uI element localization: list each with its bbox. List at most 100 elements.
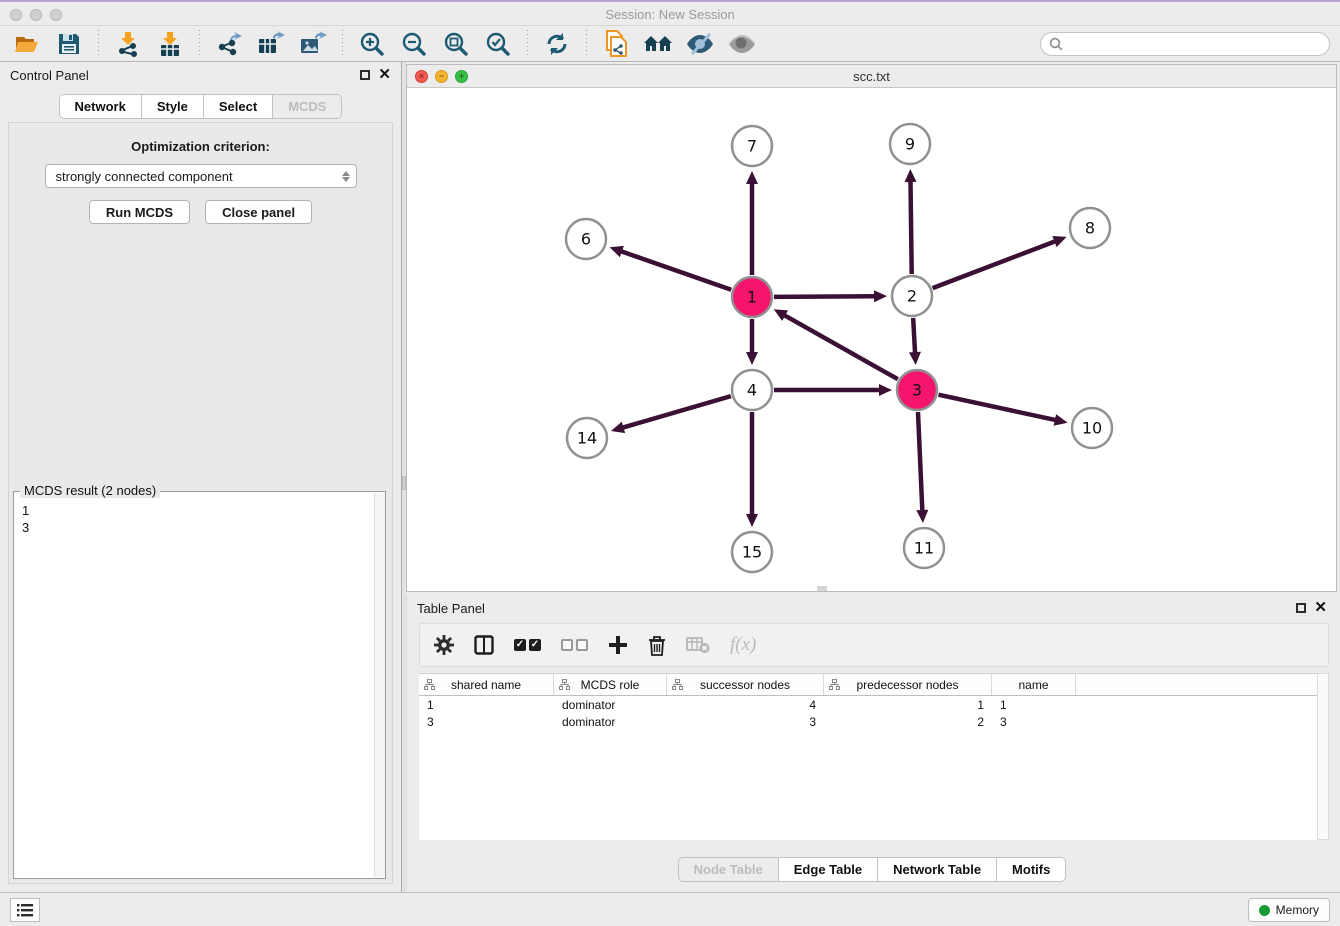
graph-edge-2-9[interactable] [910, 180, 911, 274]
table-scrollbar[interactable] [1317, 673, 1329, 840]
control-panel-title: Control Panel [10, 68, 89, 83]
column-header-shared-name[interactable]: shared name [419, 674, 554, 695]
graph-edge-3-10[interactable] [938, 395, 1056, 421]
cell-name[interactable]: 1 [992, 696, 1076, 713]
add-column-icon[interactable] [608, 630, 628, 660]
column-header-successor-nodes[interactable]: successor nodes [667, 674, 824, 695]
float-table-panel-icon[interactable] [1296, 603, 1306, 613]
node-label: 15 [742, 543, 762, 562]
import-table-icon[interactable] [153, 29, 187, 59]
node-label: 2 [907, 287, 917, 306]
optimization-criterion-label: Optimization criterion: [9, 139, 392, 154]
graph-edge-2-3[interactable] [913, 318, 915, 354]
close-table-panel-icon[interactable]: ✕ [1314, 602, 1327, 614]
refresh-icon[interactable] [540, 29, 574, 59]
reset-layout-icon[interactable] [641, 29, 675, 59]
export-table-icon[interactable] [254, 29, 288, 59]
edge-arrowhead [905, 169, 917, 182]
column-header-mcds-role[interactable]: MCDS role [554, 674, 667, 695]
attribute-hierarchy-icon [424, 679, 435, 690]
network-canvas[interactable]: 7968124314101511 [407, 88, 1336, 591]
criterion-value: strongly connected component [56, 169, 233, 184]
show-graphics-details-icon[interactable] [725, 29, 759, 59]
tab-style[interactable]: Style [142, 94, 204, 119]
graph-edge-3-1[interactable] [783, 315, 897, 380]
cell-mcds-role[interactable]: dominator [554, 713, 667, 730]
table-row[interactable]: 1 dominator 4 1 1 [419, 696, 1317, 713]
deselect-all-icon[interactable] [561, 630, 588, 660]
tab-motifs[interactable]: Motifs [997, 857, 1066, 882]
tab-node-table[interactable]: Node Table [678, 857, 779, 882]
search-box[interactable] [1040, 32, 1330, 56]
table-row[interactable]: 3 dominator 3 2 3 [419, 713, 1317, 730]
window-title: Session: New Session [0, 7, 1340, 22]
tab-mcds[interactable]: MCDS [273, 94, 342, 119]
tab-select[interactable]: Select [204, 94, 273, 119]
network-zoom-button[interactable]: + [455, 70, 468, 83]
open-session-icon[interactable] [10, 29, 44, 59]
main-toolbar [0, 26, 1340, 62]
network-view-window: × − + scc.txt 7968124314101511 [406, 64, 1337, 592]
network-minimize-button[interactable]: − [435, 70, 448, 83]
edge-arrowhead [1054, 414, 1068, 426]
delete-table-icon[interactable] [686, 630, 710, 660]
column-header-predecessor-nodes[interactable]: predecessor nodes [824, 674, 992, 695]
export-network-icon[interactable] [212, 29, 246, 59]
graph-edge-2-8[interactable] [933, 241, 1057, 288]
import-network-icon[interactable] [111, 29, 145, 59]
cell-predecessor-nodes[interactable]: 2 [824, 713, 992, 730]
duplicate-network-icon[interactable] [599, 29, 633, 59]
search-input[interactable] [1068, 37, 1321, 51]
toolbar-separator [342, 30, 343, 58]
graph-edge-3-11[interactable] [918, 412, 922, 512]
zoom-selected-icon[interactable] [481, 29, 515, 59]
criterion-dropdown[interactable]: strongly connected component [45, 164, 357, 188]
canvas-scroll-thumb[interactable] [817, 586, 827, 591]
cell-name[interactable]: 3 [992, 713, 1076, 730]
column-header-name[interactable]: name [992, 674, 1076, 695]
search-icon [1049, 37, 1063, 51]
zoom-fit-icon[interactable] [439, 29, 473, 59]
close-panel-icon[interactable]: ✕ [378, 69, 391, 81]
mcds-result-list[interactable]: 1 3 [14, 492, 385, 536]
cell-mcds-role[interactable]: dominator [554, 696, 667, 713]
save-session-icon[interactable] [52, 29, 86, 59]
tab-network-table[interactable]: Network Table [878, 857, 997, 882]
table-settings-gear-icon[interactable] [434, 630, 454, 660]
node-label: 9 [905, 135, 915, 154]
float-panel-icon[interactable] [360, 70, 370, 80]
delete-column-icon[interactable] [648, 630, 666, 660]
hide-graphics-details-icon[interactable] [683, 29, 717, 59]
network-close-button[interactable]: × [415, 70, 428, 83]
cell-shared-name[interactable]: 1 [419, 696, 554, 713]
graph-edge-1-2[interactable] [774, 296, 876, 297]
tab-network[interactable]: Network [59, 94, 142, 119]
node-label: 4 [747, 381, 757, 400]
memory-label: Memory [1276, 903, 1319, 917]
function-builder-icon[interactable]: f(x) [730, 630, 756, 660]
cell-successor-nodes[interactable]: 4 [667, 696, 824, 713]
cell-predecessor-nodes[interactable]: 1 [824, 696, 992, 713]
zoom-in-icon[interactable] [355, 29, 389, 59]
task-history-button[interactable] [10, 898, 40, 922]
close-panel-button[interactable]: Close panel [205, 200, 312, 224]
result-scrollbar[interactable] [374, 493, 385, 877]
select-all-icon[interactable]: ✓✓ [514, 630, 541, 660]
table-panel: Table Panel ✕ ✓✓ [406, 595, 1337, 890]
table-panel-title: Table Panel [417, 601, 485, 616]
cell-successor-nodes[interactable]: 3 [667, 713, 824, 730]
run-mcds-button[interactable]: Run MCDS [89, 200, 190, 224]
show-columns-icon[interactable] [474, 630, 494, 660]
memory-button[interactable]: Memory [1248, 898, 1330, 922]
edge-arrowhead [916, 510, 928, 523]
graph-edge-1-6[interactable] [620, 251, 731, 290]
tab-edge-table[interactable]: Edge Table [779, 857, 878, 882]
export-image-icon[interactable] [296, 29, 330, 59]
cell-shared-name[interactable]: 3 [419, 713, 554, 730]
memory-status-icon [1259, 905, 1270, 916]
result-line: 1 [22, 502, 377, 519]
zoom-out-icon[interactable] [397, 29, 431, 59]
network-window-title: scc.txt [407, 69, 1336, 84]
graph-edge-4-14[interactable] [622, 396, 731, 428]
edge-arrowhead [746, 514, 758, 527]
